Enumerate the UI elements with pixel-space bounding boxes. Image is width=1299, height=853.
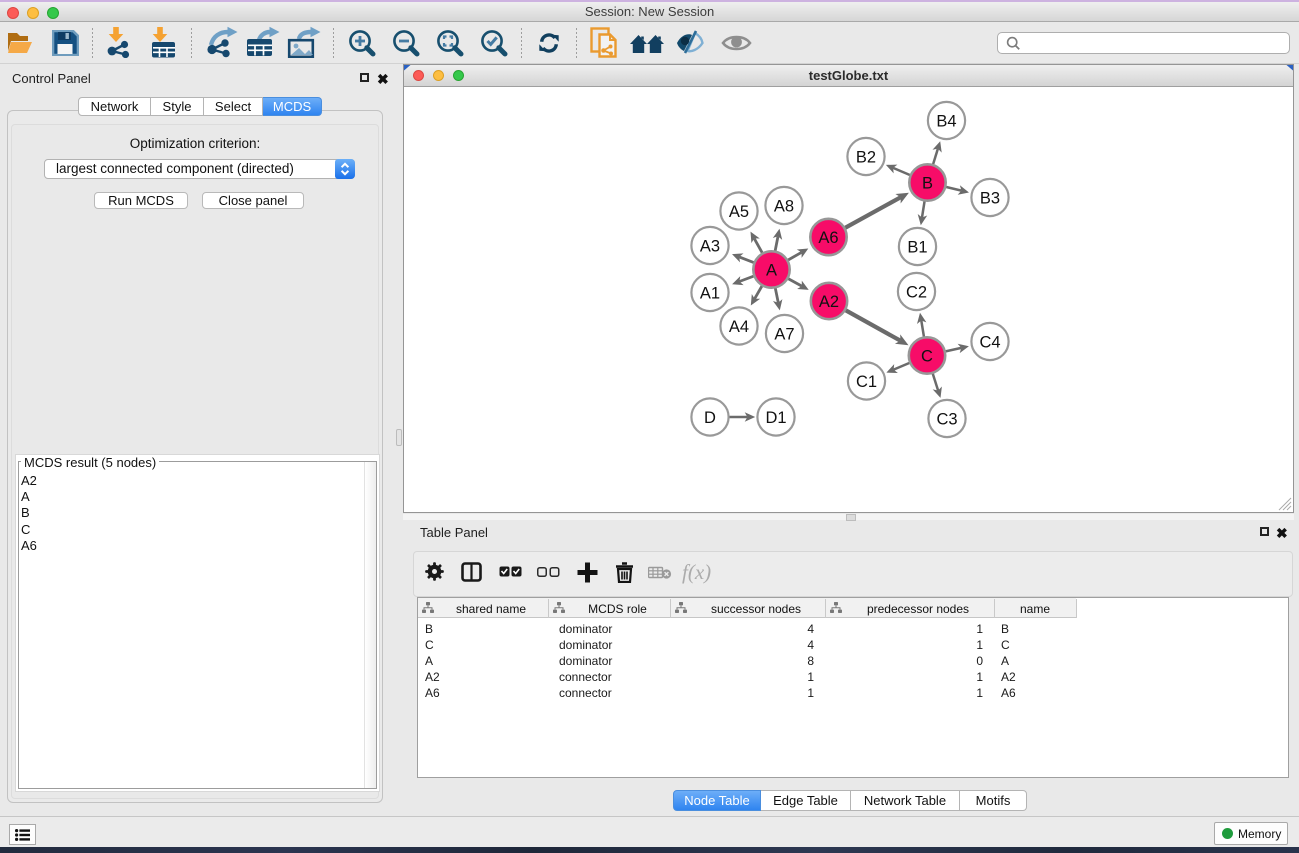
svg-text:C3: C3 [936, 410, 957, 428]
svg-text:C2: C2 [906, 283, 927, 301]
svg-text:A1: A1 [700, 284, 720, 302]
svg-text:A3: A3 [700, 237, 720, 255]
svg-text:A: A [766, 261, 777, 279]
svg-text:B4: B4 [936, 112, 956, 130]
svg-text:B3: B3 [980, 189, 1000, 207]
svg-text:A8: A8 [774, 197, 794, 215]
svg-text:C1: C1 [856, 373, 877, 391]
svg-text:A7: A7 [774, 325, 794, 343]
svg-text:D1: D1 [765, 409, 786, 427]
svg-text:C4: C4 [979, 333, 1000, 351]
svg-text:A2: A2 [819, 293, 839, 311]
svg-text:B2: B2 [856, 148, 876, 166]
svg-text:B: B [922, 174, 933, 192]
svg-text:C: C [921, 347, 933, 365]
svg-text:A6: A6 [818, 229, 838, 247]
svg-text:D: D [704, 409, 716, 427]
svg-text:B1: B1 [907, 238, 927, 256]
svg-text:A5: A5 [729, 203, 749, 221]
svg-text:A4: A4 [729, 318, 749, 336]
